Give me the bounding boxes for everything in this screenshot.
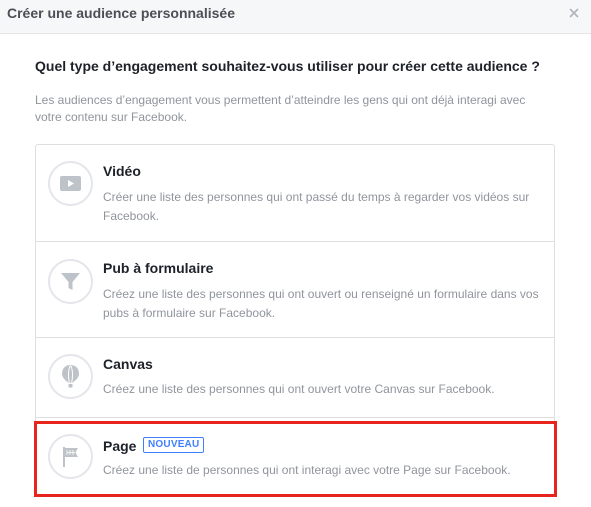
option-title: Canvas: [103, 356, 153, 372]
option-canvas[interactable]: Canvas Créez une liste des personnes qui…: [36, 337, 554, 417]
new-badge: NOUVEAU: [143, 437, 205, 453]
option-description: Créez une liste des personnes qui ont ou…: [103, 287, 539, 320]
option-video[interactable]: Vidéo Créer une liste des personnes qui …: [36, 145, 554, 241]
option-title: Vidéo: [103, 163, 141, 179]
option-title: Page: [103, 438, 137, 454]
video-icon: [48, 161, 93, 206]
option-lead-ad-form[interactable]: Pub à formulaire Créez une liste des per…: [36, 241, 554, 337]
engagement-question: Quel type d’engagement souhaitez-vous ut…: [35, 58, 540, 74]
option-description: Créez une liste de personnes qui ont int…: [103, 463, 511, 477]
create-custom-audience-dialog: Créer une audience personnalisée Quel ty…: [0, 0, 591, 507]
option-description: Créez une liste des personnes qui ont ou…: [103, 382, 495, 396]
option-page[interactable]: Page NOUVEAU Créez une liste de personne…: [36, 417, 554, 495]
option-title: Pub à formulaire: [103, 260, 214, 276]
dialog-header: Créer une audience personnalisée: [0, 0, 591, 34]
engagement-options-list: Vidéo Créer une liste des personnes qui …: [35, 144, 555, 496]
canvas-balloon-icon: [48, 354, 93, 399]
flag-icon: [48, 434, 93, 479]
dialog-title: Créer une audience personnalisée: [7, 5, 235, 21]
close-icon[interactable]: [567, 6, 581, 20]
engagement-description: Les audiences d’engagement vous permette…: [35, 93, 526, 124]
funnel-icon: [48, 259, 93, 304]
option-description: Créer une liste des personnes qui ont pa…: [103, 190, 530, 223]
